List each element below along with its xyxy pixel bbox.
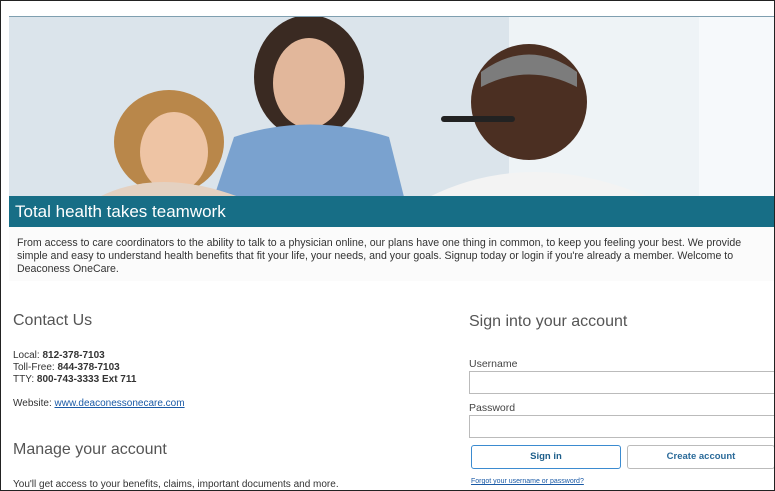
hero-image <box>9 17 774 197</box>
signin-button[interactable]: Sign in <box>471 445 621 469</box>
forgot-credentials-link[interactable]: Forgot your username or password? <box>471 478 584 485</box>
contact-website: Website: www.deaconessonecare.com <box>13 398 185 409</box>
local-phone: 812-378-7103 <box>42 350 105 361</box>
website-label: Website: <box>13 398 55 409</box>
create-account-button[interactable]: Create account <box>627 445 774 469</box>
page-frame: Total health takes teamwork From access … <box>0 0 775 491</box>
local-label: Local: <box>13 350 43 361</box>
contact-local: Local: 812-378-7103 <box>13 350 105 361</box>
hero-banner: Total health takes teamwork <box>9 196 774 227</box>
banner-title: Total health takes teamwork <box>15 202 226 221</box>
tty-phone: 800-743-3333 Ext 711 <box>36 374 137 385</box>
manage-title: Manage your account <box>13 441 167 458</box>
username-label: Username <box>469 358 518 370</box>
manage-text: You'll get access to your benefits, clai… <box>13 479 339 490</box>
signin-title: Sign into your account <box>469 313 628 330</box>
intro-section: From access to care coordinators to the … <box>9 227 774 281</box>
tty-label: TTY: <box>13 374 37 385</box>
password-input[interactable] <box>469 415 774 438</box>
intro-text: From access to care coordinators to the … <box>17 237 742 275</box>
username-input[interactable] <box>469 371 774 394</box>
website-link[interactable]: www.deaconessonecare.com <box>55 398 185 409</box>
tollfree-phone: 844-378-7103 <box>57 362 120 373</box>
hero-photo-illustration <box>9 17 774 197</box>
contact-title: Contact Us <box>13 312 93 329</box>
contact-tty: TTY: 800-743-3333 Ext 711 <box>13 374 136 385</box>
password-label: Password <box>469 402 516 414</box>
contact-tollfree: Toll-Free: 844-378-7103 <box>13 362 120 373</box>
tollfree-label: Toll-Free: <box>13 362 58 373</box>
